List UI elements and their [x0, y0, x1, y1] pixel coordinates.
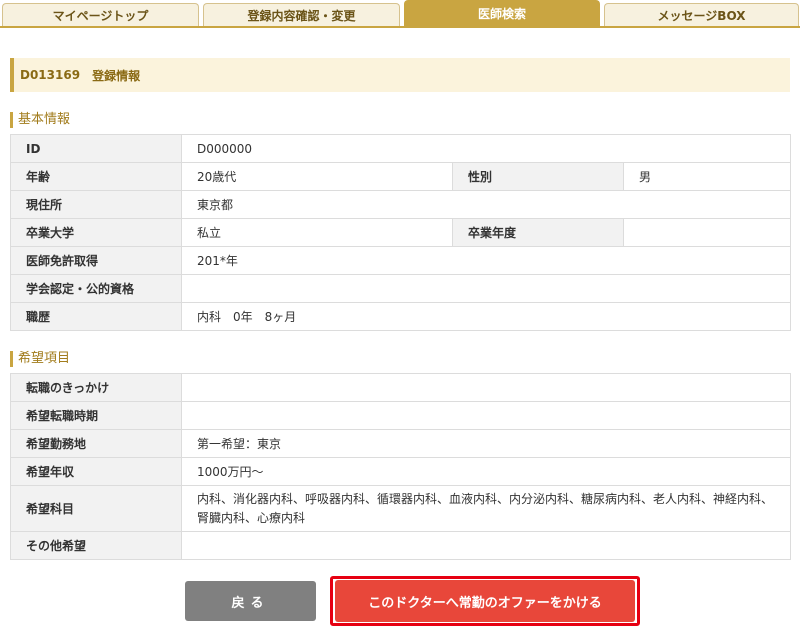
back-button[interactable]: 戻る — [185, 581, 316, 621]
doctor-id: D013169 — [20, 68, 81, 82]
grad-year-value — [623, 218, 791, 247]
age-value: 20歳代 — [181, 162, 453, 191]
table-row: 希望転職時期 — [10, 401, 791, 430]
certification-label: 学会認定・公的資格 — [10, 274, 182, 303]
wish-items-title: 希望項目 — [10, 351, 70, 367]
offer-button[interactable]: このドクターへ常勤のオファーをかける — [335, 580, 635, 622]
address-value: 東京都 — [181, 190, 791, 219]
location-label: 希望勤務地 — [10, 429, 182, 458]
timing-label: 希望転職時期 — [10, 401, 182, 430]
gender-value: 男 — [623, 162, 791, 191]
address-label: 現住所 — [10, 190, 182, 219]
tab-message-box[interactable]: メッセージBOX — [604, 3, 799, 26]
wish-items-table: 転職のきっかけ 希望転職時期 希望勤務地 第一希望：東京 希望年収 1000万円… — [10, 373, 791, 560]
table-row: 希望科目 内科、消化器内科、呼吸器内科、循環器内科、血液内科、内分泌内科、糖尿病… — [10, 485, 791, 532]
license-label: 医師免許取得 — [10, 246, 182, 275]
university-label: 卒業大学 — [10, 218, 182, 247]
salary-value: 1000万円～ — [181, 457, 791, 486]
table-row: ID D000000 — [10, 134, 791, 163]
table-row: 現住所 東京都 — [10, 190, 791, 219]
registration-title: 登録情報 — [92, 68, 141, 83]
tab-doctor-search[interactable]: 医師検索 — [404, 0, 600, 26]
table-row: 転職のきっかけ — [10, 373, 791, 402]
other-value — [181, 531, 791, 560]
table-row: 医師免許取得 201*年 — [10, 246, 791, 275]
table-row: 年齢 20歳代 性別 男 — [10, 162, 791, 191]
registration-header: D013169 登録情報 — [10, 58, 790, 92]
id-value: D000000 — [181, 134, 791, 163]
reason-label: 転職のきっかけ — [10, 373, 182, 402]
table-row: 希望年収 1000万円～ — [10, 457, 791, 486]
license-value: 201*年 — [181, 246, 791, 275]
gender-label: 性別 — [452, 162, 624, 191]
reason-value — [181, 373, 791, 402]
top-tabs: マイページトップ 登録内容確認・変更 医師検索 メッセージBOX — [0, 0, 800, 28]
tab-registration-edit[interactable]: 登録内容確認・変更 — [203, 3, 400, 26]
location-value: 第一希望：東京 — [181, 429, 791, 458]
career-value: 内科 0年 8ヶ月 — [181, 302, 791, 331]
table-row: 職歴 内科 0年 8ヶ月 — [10, 302, 791, 331]
department-value: 内科、消化器内科、呼吸器内科、循環器内科、血液内科、内分泌内科、糖尿病内科、老人… — [181, 485, 791, 532]
table-row: その他希望 — [10, 531, 791, 560]
timing-value — [181, 401, 791, 430]
tab-underline — [0, 26, 800, 28]
grad-year-label: 卒業年度 — [452, 218, 624, 247]
table-row: 学会認定・公的資格 — [10, 274, 791, 303]
table-row: 希望勤務地 第一希望：東京 — [10, 429, 791, 458]
university-value: 私立 — [181, 218, 453, 247]
certification-value — [181, 274, 791, 303]
age-label: 年齢 — [10, 162, 182, 191]
basic-info-table: ID D000000 年齢 20歳代 性別 男 現住所 東京都 卒業大学 私立 … — [10, 134, 791, 331]
basic-info-title: 基本情報 — [10, 112, 70, 128]
tab-mypage-top[interactable]: マイページトップ — [2, 3, 199, 26]
department-label: 希望科目 — [10, 485, 182, 532]
table-row: 卒業大学 私立 卒業年度 — [10, 218, 791, 247]
id-label: ID — [10, 134, 182, 163]
other-label: その他希望 — [10, 531, 182, 560]
salary-label: 希望年収 — [10, 457, 182, 486]
career-label: 職歴 — [10, 302, 182, 331]
